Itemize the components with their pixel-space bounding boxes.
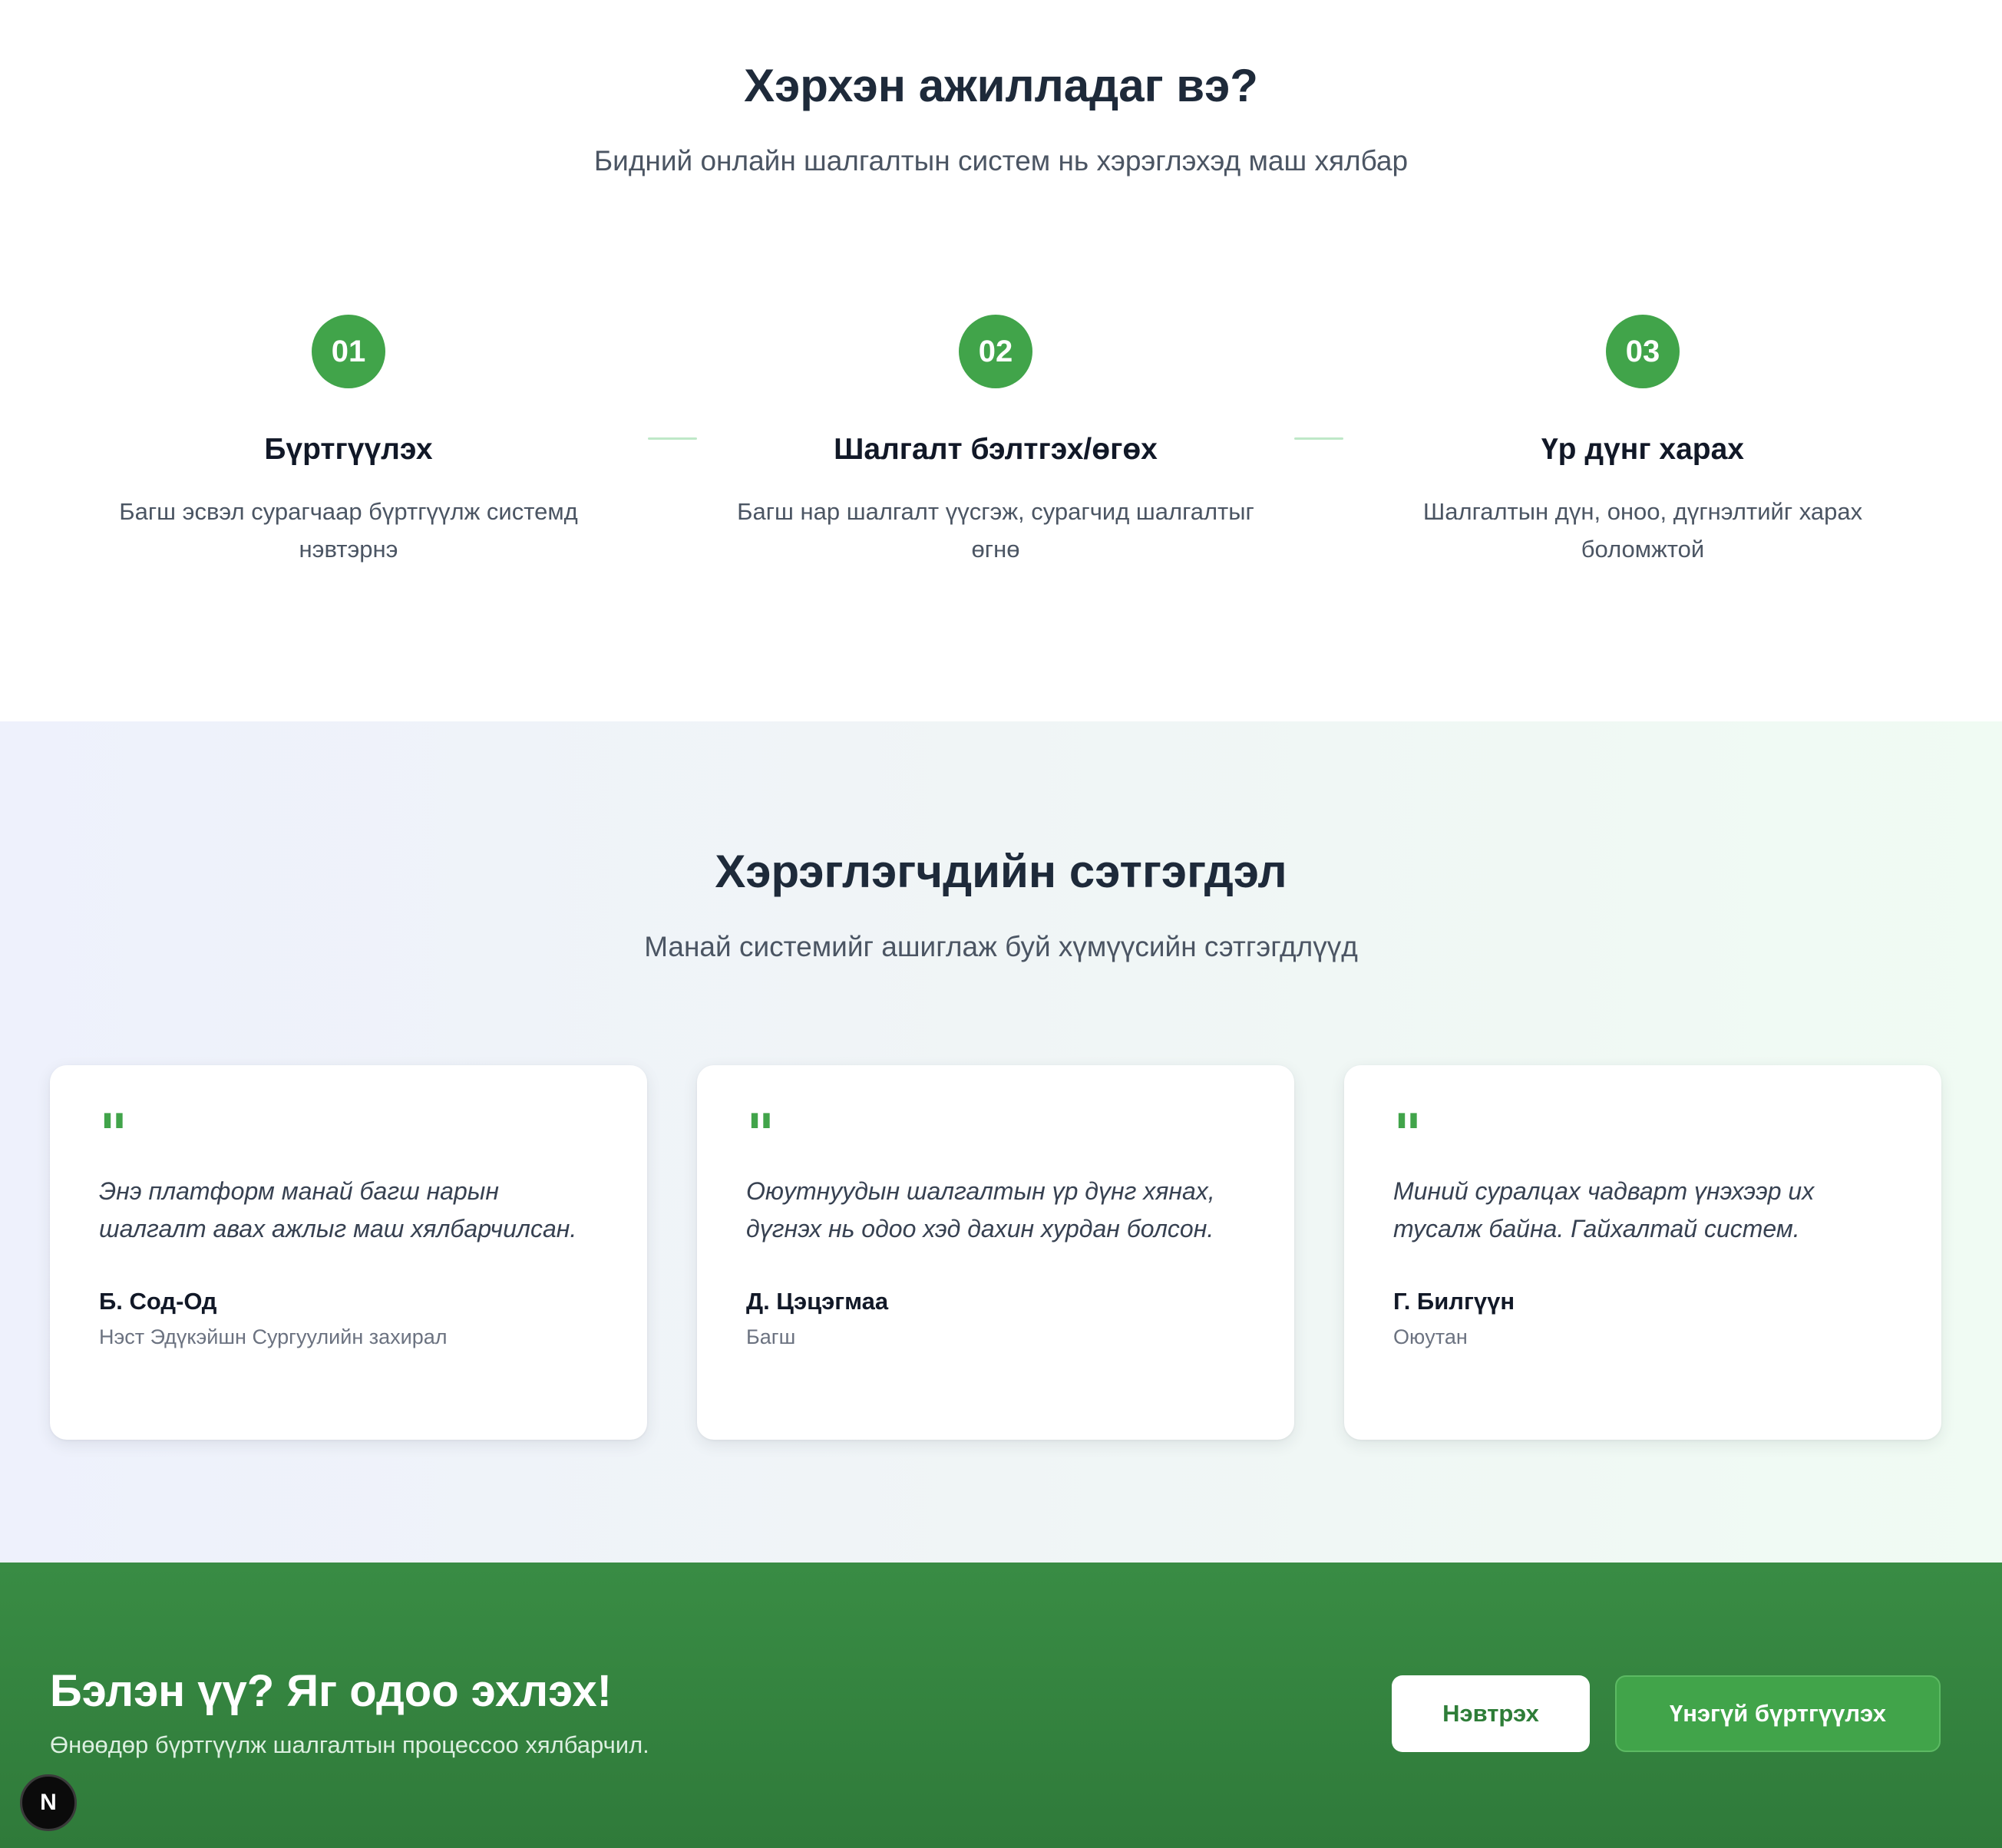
step-card: 02 Шалгалт бэлтгэх/өгөх Багш нар шалгалт… <box>704 315 1287 568</box>
cta-title: Бэлэн үү? Яг одоо эхлэх! <box>50 1666 612 1716</box>
testimonial-author-name: Д. Цэцэгмаа <box>746 1288 889 1315</box>
register-button[interactable]: Үнэгүй бүртгүүлэх <box>1615 1675 1941 1752</box>
cta-subtitle: Өнөөдөр бүртгүүлж шалгалтын процессоо хя… <box>50 1731 649 1758</box>
testimonial-author-name: Г. Билгүүн <box>1393 1288 1515 1315</box>
step-connector <box>648 437 697 440</box>
testimonials-subtitle: Манай системийг ашиглаж буй хүмүүсийн сэ… <box>644 931 1358 962</box>
quote-icon: " <box>746 1101 775 1167</box>
step-title: Бүртгүүлэх <box>264 433 433 466</box>
step-card: 01 Бүртгүүлэх Багш эсвэл сурагчаар бүртг… <box>57 315 640 568</box>
testimonial-card: " Энэ платформ манай багш нарын шалгалт … <box>50 1065 647 1440</box>
testimonial-author-role: Нэст Эдүкэйшн Сургуулийн захирал <box>99 1325 448 1348</box>
how-it-works-subtitle: Бидний онлайн шалгалтын систем нь хэрэгл… <box>593 145 1409 177</box>
cta-section: Бэлэн үү? Яг одоо эхлэх! Өнөөдөр бүртгүү… <box>0 1563 2002 1848</box>
step-title: Шалгалт бэлтгэх/өгөх <box>834 433 1158 466</box>
step-title: Үр дүнг харах <box>1541 433 1744 466</box>
step-connector <box>1294 437 1343 440</box>
testimonial-quote: Оюутнуудын шалгалтын үр дүнг хянах, дүгн… <box>746 1177 1215 1242</box>
nextjs-dev-badge-icon[interactable]: N <box>20 1774 77 1831</box>
step-description: Багш нар шалгалт үүсгэж, сурагчид шалгал… <box>737 498 1254 563</box>
step-description: Багш эсвэл сурагчаар бүртгүүлж системд н… <box>119 498 578 563</box>
testimonials-section: Хэрэглэгчдийн сэтгэгдэл Манай системийг … <box>0 721 2002 1563</box>
testimonial-card: " Миний суралцах чадварт үнэхээр их туса… <box>1344 1065 1941 1440</box>
testimonial-quote: Миний суралцах чадварт үнэхээр их тусалж… <box>1393 1177 1815 1242</box>
step-number-badge: 03 <box>1606 315 1680 388</box>
step-card: 03 Үр дүнг харах Шалгалтын дүн, оноо, дү… <box>1351 315 1934 568</box>
testimonial-card: " Оюутнуудын шалгалтын үр дүнг хянах, дү… <box>697 1065 1294 1440</box>
how-it-works-title: Хэрхэн ажилладаг вэ? <box>744 60 1258 111</box>
step-description: Шалгалтын дүн, оноо, дүгнэлтийг харах бо… <box>1422 498 1863 563</box>
quote-icon: " <box>1393 1101 1422 1167</box>
testimonial-quote: Энэ платформ манай багш нарын шалгалт ав… <box>99 1177 577 1242</box>
testimonial-author-name: Б. Сод-Од <box>99 1288 217 1315</box>
quote-icon: " <box>99 1101 128 1167</box>
step-number-badge: 01 <box>312 315 385 388</box>
testimonials-title: Хэрэглэгчдийн сэтгэгдэл <box>715 846 1287 897</box>
step-number-badge: 02 <box>959 315 1032 388</box>
testimonial-author-role: Оюутан <box>1393 1325 1468 1348</box>
login-button[interactable]: Нэвтрэх <box>1392 1675 1590 1752</box>
how-it-works-section: Хэрхэн ажилладаг вэ? Бидний онлайн шалга… <box>0 0 2002 721</box>
testimonial-author-role: Багш <box>746 1325 796 1348</box>
